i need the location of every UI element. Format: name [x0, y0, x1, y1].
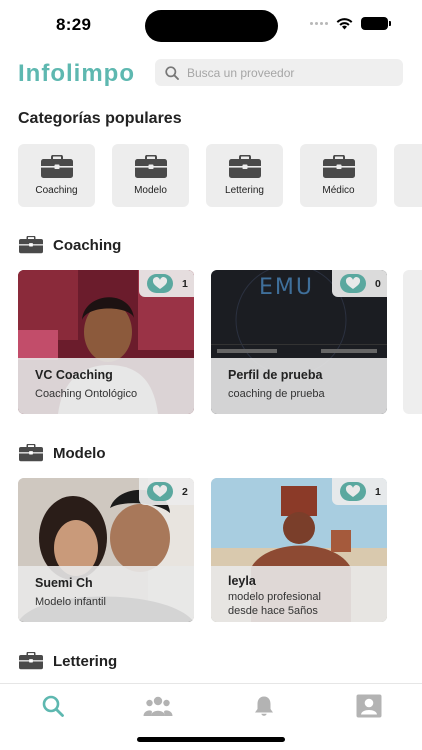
- status-icons: [310, 17, 391, 30]
- coaching-cards: 1 VC Coaching Coaching Ontológico EMU 0 …: [18, 270, 387, 414]
- heart-icon: [147, 274, 173, 293]
- modelo-cards: 2 Suemi Ch Modelo infantil 1 leyla model…: [18, 478, 387, 622]
- like-badge[interactable]: 0: [332, 270, 387, 297]
- briefcase-icon: [19, 444, 43, 462]
- category-chip-modelo[interactable]: Modelo: [112, 144, 189, 207]
- tab-community[interactable]: [143, 693, 173, 719]
- provider-description: coaching de prueba: [228, 388, 325, 400]
- briefcase-icon: [19, 236, 43, 254]
- provider-name: Perfil de prueba: [228, 368, 323, 382]
- bell-icon: [255, 696, 273, 716]
- popular-categories-title: Categorías populares: [18, 110, 182, 127]
- app-title: Infolimpo: [18, 60, 135, 87]
- section-header-modelo: Modelo: [18, 444, 106, 462]
- group-icon: [143, 696, 173, 716]
- like-count: 1: [182, 277, 188, 290]
- section-header-coaching: Coaching: [18, 236, 121, 254]
- app-header: Infolimpo: [0, 58, 422, 88]
- like-count: 1: [375, 485, 381, 498]
- provider-card[interactable]: 2 Suemi Ch Modelo infantil: [18, 478, 194, 622]
- status-bar: 8:29: [0, 0, 422, 52]
- wifi-icon: [336, 18, 353, 30]
- battery-icon: [361, 17, 391, 30]
- category-chip-lettering[interactable]: Lettering: [206, 144, 283, 207]
- home-indicator: [137, 737, 285, 742]
- dynamic-island: [145, 10, 278, 42]
- category-label: Lettering: [225, 185, 264, 196]
- provider-name: Suemi Ch: [35, 576, 93, 590]
- briefcase-icon: [40, 155, 73, 178]
- card-info: leyla modelo profesional desde hace 5año…: [211, 566, 387, 622]
- tab-profile[interactable]: [354, 693, 384, 719]
- section-title: Coaching: [53, 236, 122, 254]
- provider-description: Modelo infantil: [35, 596, 106, 608]
- tab-notifications[interactable]: [249, 693, 279, 719]
- search-input[interactable]: [187, 65, 387, 80]
- search-icon: [42, 695, 64, 717]
- provider-card-partial[interactable]: [403, 270, 422, 414]
- like-badge[interactable]: 2: [139, 478, 194, 505]
- like-badge[interactable]: 1: [332, 478, 387, 505]
- search-bar[interactable]: [155, 59, 403, 86]
- card-info: Perfil de prueba coaching de prueba: [211, 358, 387, 414]
- provider-name: leyla: [228, 574, 256, 588]
- category-chip-coaching[interactable]: Coaching: [18, 144, 95, 207]
- like-badge[interactable]: 1: [139, 270, 194, 297]
- heart-icon: [340, 482, 366, 501]
- svg-text:EMU: EMU: [259, 275, 314, 300]
- popular-categories-list: Coaching Modelo Lettering Médico: [18, 144, 422, 207]
- provider-description: modelo profesional desde hace 5años: [228, 591, 321, 617]
- section-title: Lettering: [53, 652, 118, 670]
- category-label: Coaching: [35, 185, 78, 196]
- provider-name: VC Coaching: [35, 368, 113, 382]
- briefcase-icon: [19, 652, 43, 670]
- provider-description: Coaching Ontológico: [35, 388, 138, 400]
- search-icon: [165, 65, 179, 80]
- provider-card[interactable]: EMU 0 Perfil de prueba coaching de prueb…: [211, 270, 387, 414]
- section-title: Modelo: [53, 444, 106, 462]
- provider-card[interactable]: 1 leyla modelo profesional desde hace 5a…: [211, 478, 387, 622]
- briefcase-icon: [322, 155, 355, 178]
- card-info: Suemi Ch Modelo infantil: [18, 566, 194, 622]
- status-time: 8:29: [56, 15, 92, 34]
- card-info: VC Coaching Coaching Ontológico: [18, 358, 194, 414]
- briefcase-icon: [134, 155, 167, 178]
- cellular-signal-icon: [310, 22, 328, 25]
- heart-icon: [340, 274, 366, 293]
- category-chip-partial[interactable]: [394, 144, 422, 207]
- tab-search[interactable]: [38, 693, 68, 719]
- heart-icon: [147, 482, 173, 501]
- category-label: Modelo: [134, 185, 167, 196]
- category-label: Médico: [322, 185, 355, 196]
- profile-icon: [356, 694, 382, 718]
- provider-card[interactable]: 1 VC Coaching Coaching Ontológico: [18, 270, 194, 414]
- briefcase-icon: [228, 155, 261, 178]
- section-header-lettering: Lettering: [18, 652, 117, 670]
- like-count: 0: [375, 277, 381, 290]
- category-chip-medico[interactable]: Médico: [300, 144, 377, 207]
- like-count: 2: [182, 485, 188, 498]
